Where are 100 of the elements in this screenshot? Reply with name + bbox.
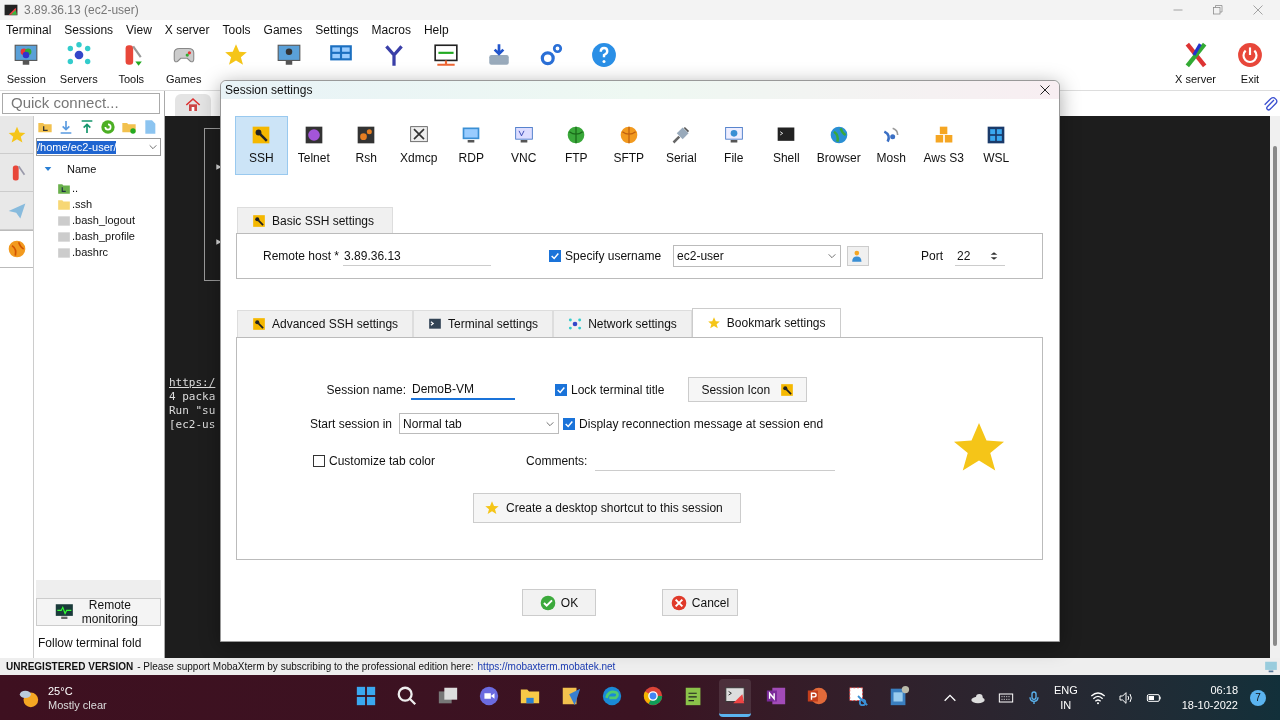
- menu-item[interactable]: Macros: [371, 21, 411, 39]
- notification-badge[interactable]: 7: [1250, 689, 1266, 706]
- session-type-button[interactable]: Xdmcp: [392, 116, 445, 175]
- menu-item[interactable]: Games: [263, 21, 303, 39]
- remote-host-field[interactable]: 3.89.36.13: [343, 246, 492, 266]
- wifi-icon[interactable]: [1089, 689, 1106, 706]
- session-name-field[interactable]: DemoB-VM: [411, 379, 515, 400]
- power-icon[interactable]: [1237, 42, 1263, 68]
- settings-tab[interactable]: Network settings: [553, 310, 692, 337]
- website-link[interactable]: https://mobaxterm.mobatek.net: [477, 659, 616, 674]
- settings-tab[interactable]: Terminal settings: [413, 310, 554, 337]
- paperclip-icon[interactable]: [1262, 96, 1278, 112]
- menu-item[interactable]: Terminal: [6, 21, 52, 39]
- gears-icon[interactable]: [538, 42, 565, 68]
- basic-settings-tab[interactable]: Basic SSH settings: [237, 207, 393, 233]
- restore-icon[interactable]: [1212, 4, 1224, 16]
- slides-icon: [806, 685, 828, 707]
- scissors-icon: [847, 685, 869, 707]
- toolbar-button-label[interactable]: Exit: [1240, 71, 1260, 88]
- monitor-icon[interactable]: [433, 42, 460, 68]
- menu-item[interactable]: Tools: [222, 21, 251, 39]
- sidebar-tab[interactable]: [0, 230, 33, 268]
- windows-icon: [355, 685, 377, 707]
- checkbox[interactable]: [555, 383, 567, 396]
- download-icon[interactable]: [58, 119, 74, 135]
- menu-item[interactable]: Settings: [315, 21, 359, 39]
- cancel-button[interactable]: Cancel: [662, 589, 738, 616]
- checkbox-label[interactable]: Lock terminal title: [571, 380, 665, 399]
- close-icon[interactable]: [1039, 84, 1051, 96]
- menu-item[interactable]: View: [126, 21, 152, 39]
- session-type-button[interactable]: Mosh: [865, 116, 918, 175]
- session-type-button[interactable]: Telnet: [287, 116, 340, 175]
- checkbox[interactable]: [313, 454, 325, 467]
- speaker-icon[interactable]: [1117, 689, 1134, 706]
- column-header[interactable]: Name: [67, 161, 97, 178]
- session-type-button[interactable]: SFTP: [602, 116, 655, 175]
- toolbar-button-label[interactable]: Tools: [118, 71, 145, 88]
- remote-monitoring-button[interactable]: Remote monitoring: [36, 598, 161, 626]
- checkbox-label[interactable]: Specify username: [565, 247, 662, 265]
- session-type-button[interactable]: Shell: [760, 116, 813, 175]
- region-indicator[interactable]: IN: [1060, 697, 1072, 713]
- weather-condition[interactable]: Mostly clear: [48, 697, 107, 712]
- start-session-dropdown[interactable]: Normal tab: [399, 413, 560, 434]
- session-type-button[interactable]: Aws S3: [917, 116, 970, 175]
- file-icon: [56, 213, 72, 228]
- path-dropdown[interactable]: /home/ec2-user/: [36, 138, 161, 156]
- clock-time[interactable]: 06:18: [1210, 682, 1238, 698]
- refresh-icon[interactable]: [100, 119, 116, 135]
- checkbox-label[interactable]: Customize tab color: [329, 451, 436, 470]
- x-icon: [408, 125, 429, 145]
- settings-tab[interactable]: Bookmark settings: [691, 308, 841, 338]
- checkbox-label[interactable]: Display reconnection message at session end: [579, 414, 824, 433]
- session-type-button[interactable]: WSL: [970, 116, 1023, 175]
- file-name[interactable]: .ssh: [72, 196, 93, 213]
- file-name[interactable]: ..: [72, 180, 79, 197]
- temperature[interactable]: 25°C: [48, 683, 107, 698]
- session-type-button[interactable]: File: [707, 116, 760, 175]
- terminal-line: 4 packa: [169, 390, 216, 404]
- menu-item[interactable]: Sessions: [64, 21, 114, 39]
- language-indicator[interactable]: ENG: [1053, 682, 1078, 698]
- file-name[interactable]: .bash_logout: [72, 212, 135, 229]
- status-title: UNREGISTERED VERSION: [6, 660, 134, 674]
- home-tab[interactable]: [175, 94, 211, 116]
- settings-tab[interactable]: Advanced SSH settings: [237, 310, 414, 337]
- quick-connect-field[interactable]: Quick connect...: [2, 93, 160, 114]
- menu-item[interactable]: Help: [423, 21, 449, 39]
- file-name[interactable]: .bash_profile: [72, 228, 135, 245]
- sidebar-tab[interactable]: [0, 154, 33, 192]
- desktop-shortcut-button[interactable]: Create a desktop shortcut to this session: [473, 493, 741, 523]
- session-type-button[interactable]: Rsh: [340, 116, 393, 175]
- clock-date[interactable]: 18-10-2022: [1181, 697, 1238, 713]
- port-spinner[interactable]: 22: [955, 246, 1006, 266]
- menu-item[interactable]: X server: [164, 21, 210, 39]
- session-type-button[interactable]: Browser: [812, 116, 865, 175]
- username-dropdown[interactable]: ec2-user: [673, 245, 842, 267]
- session-type-button[interactable]: SSH: [235, 116, 288, 175]
- upload-icon[interactable]: [79, 119, 95, 135]
- session-type-button[interactable]: VNC: [497, 116, 550, 175]
- file-name[interactable]: .bashrc: [72, 244, 109, 261]
- cubes-icon: [933, 125, 954, 145]
- session-type-button[interactable]: FTP: [550, 116, 603, 175]
- checkbox[interactable]: [549, 250, 562, 262]
- toolbar-button-label[interactable]: X server: [1175, 71, 1216, 88]
- checkbox[interactable]: [563, 417, 576, 430]
- follow-folder-checkbox-label[interactable]: Follow terminal fold: [38, 634, 163, 652]
- help-icon[interactable]: [590, 42, 617, 68]
- session-icon-button[interactable]: Session Icon: [688, 377, 808, 402]
- ok-button[interactable]: OK: [522, 589, 596, 616]
- scrollbar-thumb[interactable]: [1273, 146, 1277, 646]
- session-type-button[interactable]: Serial: [655, 116, 708, 175]
- splitter-handle[interactable]: [36, 580, 161, 598]
- scrollbar[interactable]: [1270, 116, 1280, 658]
- monitor-icon[interactable]: [13, 42, 40, 68]
- toolbar-button-label[interactable]: Games: [166, 71, 202, 88]
- monitor-icon[interactable]: [275, 42, 302, 68]
- user-picker-button[interactable]: [847, 246, 870, 266]
- toolbar-button-label[interactable]: Servers: [59, 71, 98, 88]
- toolbar-button-label[interactable]: Session: [6, 71, 46, 88]
- taskbar-app[interactable]: [719, 678, 751, 717]
- session-type-button[interactable]: RDP: [445, 116, 498, 175]
